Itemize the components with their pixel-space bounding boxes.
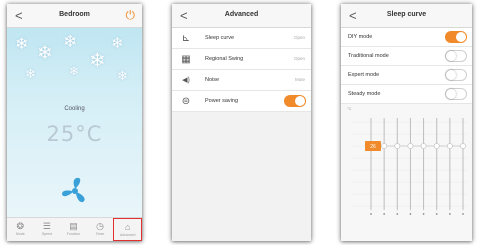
row-label: Noise (205, 77, 220, 83)
nav-label: Function (66, 232, 81, 236)
row-diy-mode: DIY mode (341, 28, 472, 47)
row-value: Open (293, 56, 305, 61)
nav-mode[interactable]: ❂ Mode (7, 218, 34, 241)
speed-icon: ☰ (42, 221, 51, 231)
row-value: Mute (294, 77, 305, 82)
snowflake-icon: ❄ (89, 50, 106, 72)
timer-icon: ◷ (96, 221, 104, 231)
nav-function[interactable]: ▤ Function (60, 218, 87, 241)
row-label: Steady mode (348, 91, 381, 97)
curve-point[interactable] (446, 143, 453, 149)
nav-speed[interactable]: ☰ Speed (34, 218, 61, 241)
mode-icon: ❂ (16, 221, 25, 231)
snowflake-icon: ❄ (111, 35, 124, 52)
snowflake-icon: ❄ (37, 43, 53, 64)
hour-tick (435, 213, 438, 215)
top-bar: < Sleep curve (341, 4, 472, 28)
page-title: Bedroom (59, 11, 90, 18)
row-sleep-curve[interactable]: ⊾ Sleep curve Open (172, 28, 311, 49)
hour-tick (370, 213, 372, 215)
diy-mode-toggle[interactable] (445, 31, 467, 43)
nav-label: Mode (15, 232, 25, 236)
hour-tick (422, 213, 425, 215)
power-icon[interactable]: ⏻ (126, 8, 136, 23)
snowflake-icon: ❄ (15, 36, 29, 53)
hour-tick (462, 213, 464, 215)
page-title: Sleep curve (386, 11, 427, 18)
row-steady-mode: Steady mode (341, 85, 472, 104)
hour-tick (448, 213, 451, 215)
row-label: DIY mode (348, 34, 373, 40)
row-label: Sleep curve (205, 35, 235, 41)
noise-icon: ◀) (182, 77, 190, 84)
traditional-mode-toggle[interactable] (445, 50, 467, 62)
expert-mode-toggle[interactable] (445, 69, 467, 81)
hour-tick (383, 213, 386, 215)
function-icon: ▤ (69, 221, 78, 231)
sleep-curve-chart: °C 26 (341, 104, 472, 241)
row-traditional-mode: Traditional mode (341, 47, 472, 66)
sleep-curve-screen: < Sleep curve DIY mode Traditional mode … (341, 4, 472, 241)
page-title: Advanced (224, 11, 259, 18)
top-bar: < Bedroom ⏻ (7, 4, 142, 28)
power-saving-icon: ⊜ (181, 96, 191, 107)
row-label: Power saving (205, 98, 239, 104)
hour-tick (396, 213, 399, 215)
row-label: Traditional mode (348, 53, 389, 59)
row-power-saving: ⊜ Power saving (172, 91, 311, 112)
curve-point[interactable] (460, 143, 466, 149)
unit-label: °C (347, 106, 352, 111)
regional-swing-icon: ▦ (181, 54, 191, 65)
nav-label: Timer (95, 232, 105, 236)
selected-point-value: 26 (370, 144, 376, 150)
curve-point[interactable] (433, 143, 440, 149)
power-saving-toggle[interactable] (284, 95, 306, 107)
nav-label: Advanced (119, 233, 136, 237)
advanced-icon: ⌂ (124, 222, 131, 232)
top-bar: < Advanced (172, 4, 311, 28)
bedroom-screen: < Bedroom ⏻ ❄ ❄ ❄ ❄ ❄ ❄ ❄ ❄ Cooling 25°C… (7, 4, 142, 241)
row-regional-swing[interactable]: ▦ Regional Swing Open (172, 49, 311, 70)
fan-icon[interactable] (60, 176, 90, 206)
row-expert-mode: Expert mode (341, 66, 472, 85)
curve-point[interactable] (381, 143, 388, 149)
nav-timer[interactable]: ◷ Timer (87, 218, 114, 241)
curve-point[interactable] (394, 143, 401, 149)
snowflake-icon: ❄ (117, 68, 128, 83)
advanced-list: ⊾ Sleep curve Open ▦ Regional Swing Open… (172, 28, 311, 112)
sleep-mode-list: DIY mode Traditional mode Expert mode St… (341, 28, 472, 104)
nav-advanced[interactable]: ⌂ Advanced (113, 218, 142, 241)
curve-point[interactable] (420, 143, 427, 149)
row-value: Open (293, 35, 305, 40)
row-noise[interactable]: ◀) Noise Mute (172, 70, 311, 91)
snowflake-icon: ❄ (25, 66, 36, 81)
steady-mode-toggle[interactable] (445, 88, 467, 100)
hour-tick (409, 213, 412, 215)
cooling-scene: ❄ ❄ ❄ ❄ ❄ ❄ ❄ ❄ Cooling 25°C (7, 28, 142, 218)
nav-label: Speed (41, 232, 52, 236)
mode-label: Cooling (64, 106, 85, 112)
advanced-screen: < Advanced ⊾ Sleep curve Open ▦ Regional… (172, 4, 311, 241)
bottom-nav: ❂ Mode ☰ Speed ▤ Function ◷ Timer ⌂ Adva… (7, 217, 142, 241)
sleep-curve-icon: ⊾ (181, 33, 191, 44)
snowflake-icon: ❄ (69, 64, 80, 78)
curve-point[interactable] (407, 143, 414, 149)
temperature-display: 25°C (46, 122, 103, 146)
snowflake-icon: ❄ (63, 32, 78, 51)
curve-canvas: °C 26 (347, 106, 467, 215)
row-label: Regional Swing (205, 56, 244, 62)
row-label: Expert mode (348, 72, 380, 78)
